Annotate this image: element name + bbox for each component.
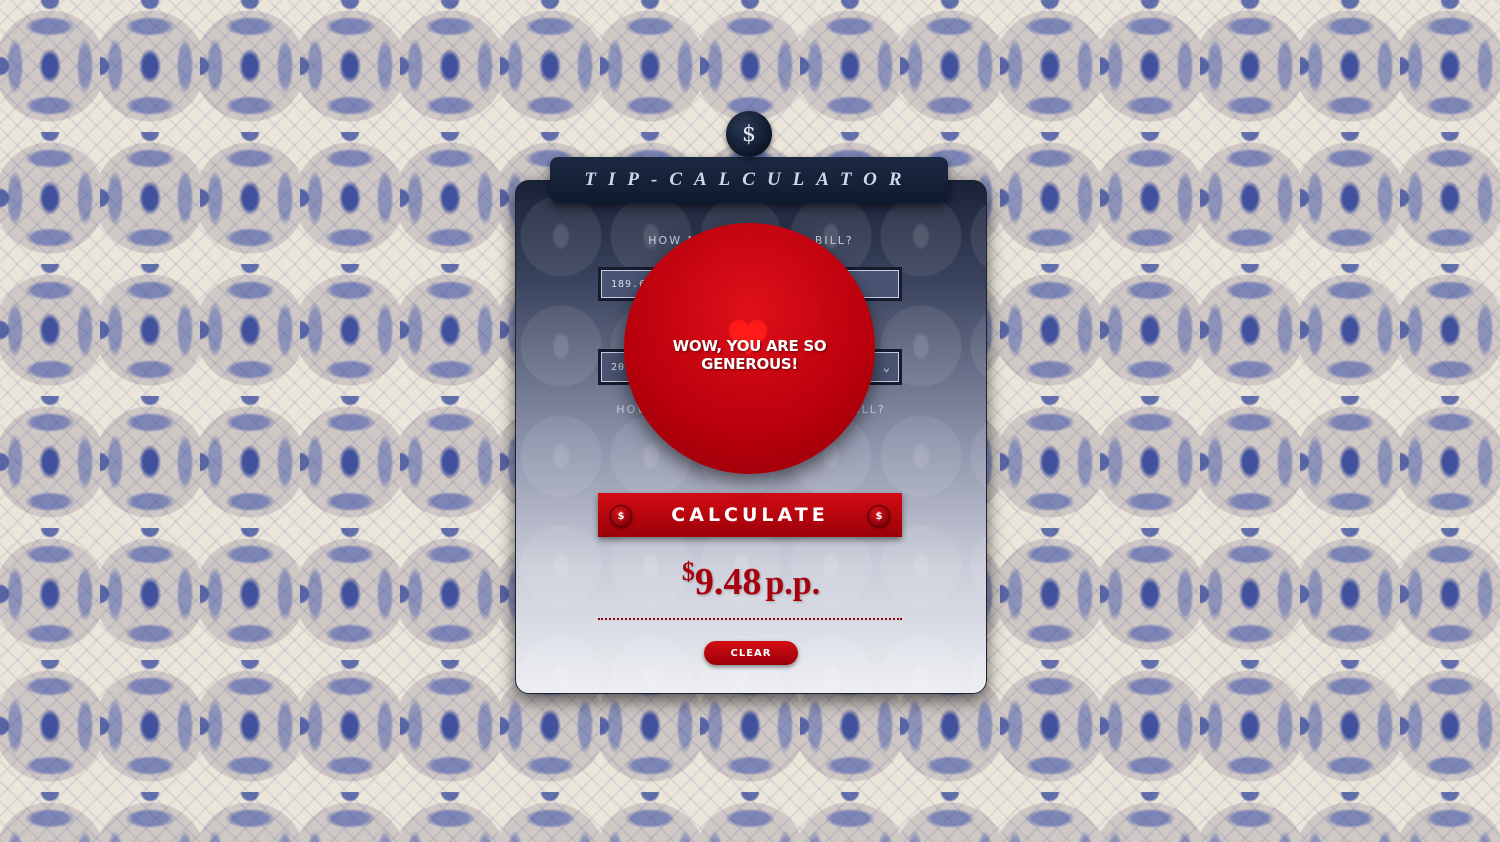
- tip-result: $9.48 p.p.: [516, 557, 986, 604]
- result-divider: [598, 618, 902, 620]
- service-value: 20: [611, 361, 626, 373]
- generous-popup[interactable]: WOW, YOU ARE SO GENEROUS!: [624, 223, 875, 474]
- result-currency: $: [681, 557, 695, 586]
- dollar-coin-left-icon: $: [610, 505, 632, 527]
- calculate-button[interactable]: $ CALCULATE $: [598, 493, 902, 537]
- app-title: TIP-CALCULATOR: [584, 169, 914, 190]
- title-bar: TIP-CALCULATOR: [550, 157, 948, 203]
- popup-message: WOW, YOU ARE SO GENEROUS!: [672, 337, 827, 373]
- result-suffix: p.p.: [765, 565, 821, 602]
- dollar-coin-icon: $: [726, 111, 772, 157]
- chevron-down-icon: ⌄: [882, 360, 891, 374]
- clear-button[interactable]: CLEAR: [704, 641, 798, 665]
- coin-symbol: $: [742, 121, 756, 147]
- calculate-label: CALCULATE: [671, 504, 829, 526]
- result-amount: 9.48: [694, 561, 762, 603]
- clear-label: CLEAR: [730, 647, 772, 659]
- dollar-coin-right-icon: $: [868, 505, 890, 527]
